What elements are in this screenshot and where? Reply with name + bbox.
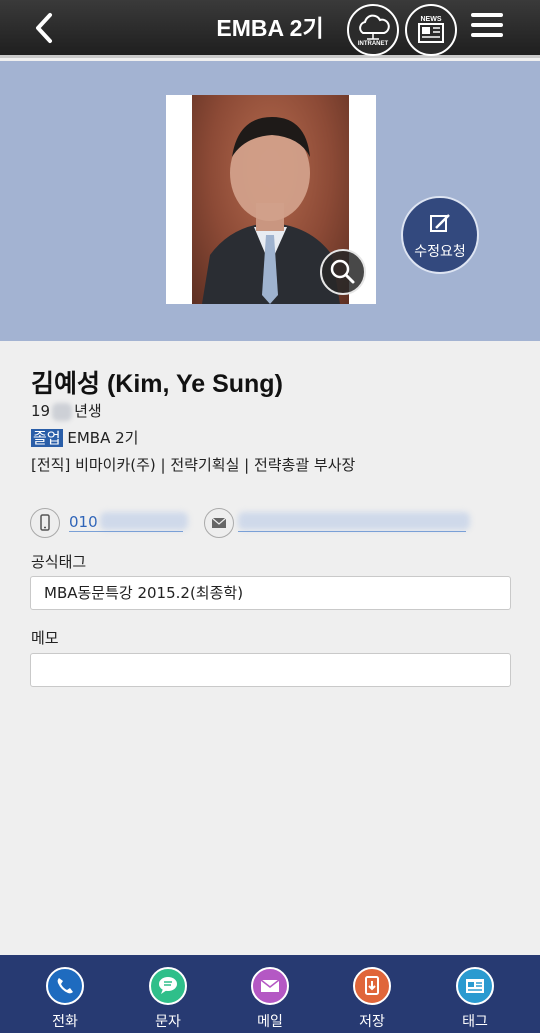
- program-name: EMBA 2기: [67, 429, 139, 447]
- nav-save[interactable]: 저장: [337, 955, 407, 1033]
- email-contact-button[interactable]: [204, 508, 234, 538]
- edit-request-button[interactable]: 수정요청: [401, 196, 479, 274]
- profile-header-band: 수정요청: [0, 61, 540, 341]
- zoom-photo-button[interactable]: [320, 249, 366, 295]
- back-button[interactable]: [30, 10, 62, 46]
- program-line: 졸업 EMBA 2기: [31, 427, 138, 448]
- app-header: EMBA 2기 INTRANET NEWS: [0, 0, 540, 58]
- magnifier-icon: [330, 259, 355, 284]
- phone-icon: [46, 967, 84, 1005]
- birth-year-redacted: [52, 402, 73, 421]
- nav-mail[interactable]: 메일: [235, 955, 305, 1033]
- page-title: EMBA 2기: [216, 15, 324, 41]
- newspaper-icon: [418, 23, 444, 43]
- memo-label: 메모: [31, 629, 59, 647]
- mobile-icon: [40, 514, 50, 531]
- email-address-link[interactable]: [238, 512, 470, 530]
- career-line: [전직] 비마이카(주) | 전략기획실 | 전략총괄 부사장: [31, 456, 356, 474]
- phone-number-link[interactable]: 010: [69, 513, 98, 531]
- news-button[interactable]: NEWS: [405, 4, 457, 56]
- nav-save-label: 저장: [359, 1014, 385, 1030]
- birth-year-suffix: 년생: [74, 402, 102, 420]
- status-badge: 졸업: [31, 429, 63, 447]
- phone-contact-button[interactable]: [30, 508, 60, 538]
- intranet-button[interactable]: INTRANET: [347, 4, 399, 56]
- nav-tag[interactable]: 태그: [440, 955, 510, 1033]
- birth-year: 19 년생: [31, 400, 102, 421]
- mail-icon: [251, 967, 289, 1005]
- intranet-label: INTRANET: [357, 41, 389, 47]
- official-tag-label: 공식태그: [31, 553, 87, 571]
- phone-number-redacted: [100, 512, 188, 530]
- nav-call-label: 전화: [52, 1014, 78, 1030]
- save-icon: [353, 967, 391, 1005]
- bottom-nav: 전화 문자 메일 저장 태그: [0, 955, 540, 1033]
- tag-icon: [456, 967, 494, 1005]
- nav-message[interactable]: 문자: [133, 955, 203, 1033]
- nav-mail-label: 메일: [257, 1014, 283, 1030]
- memo-field[interactable]: [30, 653, 511, 687]
- birth-year-prefix: 19: [31, 402, 51, 420]
- envelope-icon: [211, 517, 227, 528]
- nav-call[interactable]: 전화: [30, 955, 100, 1033]
- official-tag-field[interactable]: MBA동문특강 2015.2(최종학): [30, 576, 511, 610]
- back-arrow-icon: [36, 13, 52, 43]
- edit-request-label: 수정요청: [414, 244, 466, 260]
- hamburger-menu-button[interactable]: [471, 13, 503, 41]
- nav-tag-label: 태그: [462, 1014, 488, 1030]
- chat-icon: [149, 967, 187, 1005]
- nav-message-label: 문자: [155, 1014, 181, 1030]
- member-name: 김예성 (Kim, Ye Sung): [31, 370, 283, 398]
